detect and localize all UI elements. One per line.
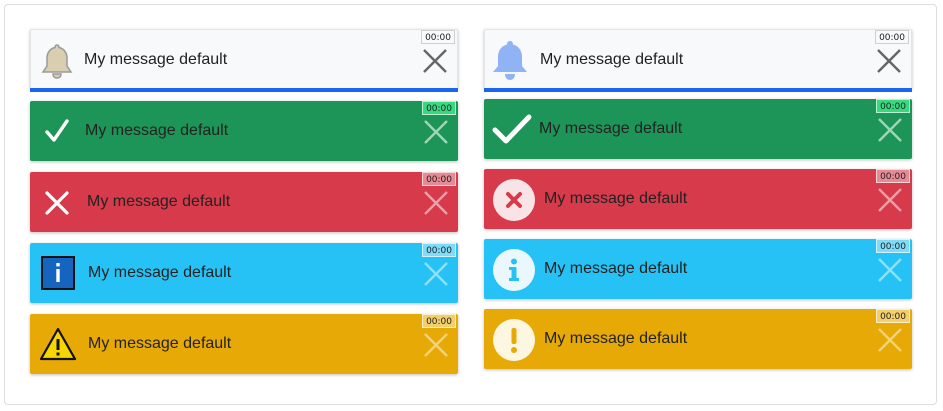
bell-filled-icon [491, 39, 529, 86]
toast-timer: 00:00 [422, 314, 456, 328]
close-icon[interactable] [422, 331, 450, 359]
toast-message: My message default [85, 122, 229, 139]
toast-warning-right: My message default 00:00 [484, 309, 912, 369]
toast-message: My message default [87, 193, 231, 210]
toast-timer: 00:00 [422, 172, 456, 186]
toast-message: My message default [544, 190, 688, 207]
toast-success-right: My message default 00:00 [484, 99, 912, 159]
toast-message: My message default [544, 330, 688, 347]
toast-message: My message default [88, 335, 232, 352]
info-circle-icon [492, 248, 536, 297]
x-circle-icon [492, 178, 536, 227]
toast-info-left: My message default 00:00 [30, 243, 458, 303]
toast-warning-left: My message default 00:00 [30, 314, 458, 374]
toast-default-left: My message default 00:00 [30, 29, 458, 92]
bold-checkmark-icon [492, 113, 532, 150]
close-icon[interactable] [876, 116, 904, 144]
toast-danger-left: My message default 00:00 [30, 172, 458, 232]
close-icon[interactable] [876, 186, 904, 214]
toast-timer: 00:00 [875, 30, 909, 44]
close-icon[interactable] [876, 326, 904, 354]
toast-timer: 00:00 [876, 239, 910, 253]
close-icon[interactable] [422, 189, 450, 217]
close-icon[interactable] [876, 256, 904, 284]
toast-danger-right: My message default 00:00 [484, 169, 912, 229]
toast-success-left: My message default 00:00 [30, 101, 458, 161]
progress-bar [30, 88, 458, 92]
toast-message: My message default [84, 51, 228, 68]
toast-timer: 00:00 [421, 30, 455, 44]
exclamation-circle-icon [492, 318, 536, 367]
toast-demo-panel: My message default 00:00 My message defa… [4, 4, 937, 405]
close-icon[interactable] [422, 118, 450, 146]
toast-default-right: My message default 00:00 [484, 29, 912, 92]
toast-message: My message default [544, 260, 688, 277]
warning-triangle-icon [39, 327, 77, 366]
close-icon[interactable] [422, 260, 450, 288]
toast-message: My message default [539, 120, 683, 137]
bell-outline-icon [41, 43, 73, 84]
checkmark-icon [44, 118, 70, 149]
x-mark-icon [45, 191, 69, 220]
toast-message: My message default [88, 264, 232, 281]
close-icon[interactable] [875, 47, 903, 75]
toast-message: My message default [540, 51, 684, 68]
progress-bar [484, 88, 912, 92]
close-icon[interactable] [421, 47, 449, 75]
info-box-icon [41, 256, 75, 295]
toast-timer: 00:00 [876, 99, 910, 113]
toast-timer: 00:00 [876, 169, 910, 183]
toast-info-right: My message default 00:00 [484, 239, 912, 299]
toast-timer: 00:00 [422, 243, 456, 257]
toast-timer: 00:00 [422, 101, 456, 115]
toast-timer: 00:00 [876, 309, 910, 323]
